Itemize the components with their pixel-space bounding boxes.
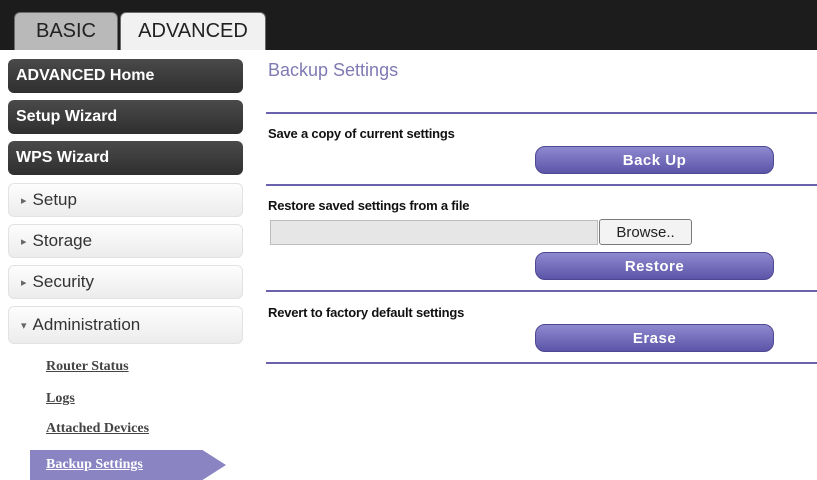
top-bar: BASIC ADVANCED <box>0 0 817 50</box>
revert-settings-label: Revert to factory default settings <box>268 305 465 320</box>
sidebar-item-administration[interactable]: ▾ Administration <box>8 306 243 344</box>
sub-link-attached-devices[interactable]: Attached Devices <box>46 421 149 437</box>
sidebar-item-label: Setup <box>32 190 77 209</box>
file-path-input[interactable] <box>270 220 598 245</box>
sidebar-item-label: Storage <box>32 231 93 250</box>
restore-settings-label: Restore saved settings from a file <box>268 198 470 213</box>
browse-button[interactable]: Browse.. <box>599 219 692 245</box>
sidebar-item-storage[interactable]: ▸ Storage <box>8 224 243 258</box>
divider <box>266 112 817 114</box>
sidebar-item-security[interactable]: ▸ Security <box>8 265 243 299</box>
sidebar-item-label: Security <box>32 272 94 291</box>
main-panel: Backup Settings Save a copy of current s… <box>262 50 817 480</box>
sidebar-item-setup[interactable]: ▸ Setup <box>8 183 243 217</box>
sidebar: ADVANCED Home Setup Wizard WPS Wizard ▸ … <box>0 50 262 480</box>
expand-arrow-icon: ▸ <box>21 194 27 207</box>
sub-link-backup-settings[interactable]: Backup Settings <box>30 450 226 480</box>
sub-link-logs[interactable]: Logs <box>46 391 75 407</box>
back-up-button[interactable]: Back Up <box>535 146 774 174</box>
restore-button[interactable]: Restore <box>535 252 774 280</box>
page-title: Backup Settings <box>268 60 399 80</box>
save-settings-label: Save a copy of current settings <box>268 126 455 141</box>
collapse-arrow-icon: ▾ <box>21 319 27 332</box>
sidebar-item-wps-wizard[interactable]: WPS Wizard <box>8 141 243 175</box>
tab-basic[interactable]: BASIC <box>14 12 118 50</box>
sidebar-item-setup-wizard[interactable]: Setup Wizard <box>8 100 243 134</box>
tab-advanced[interactable]: ADVANCED <box>120 12 266 50</box>
erase-button[interactable]: Erase <box>535 324 774 352</box>
sub-link-router-status[interactable]: Router Status <box>46 359 129 375</box>
expand-arrow-icon: ▸ <box>21 276 27 289</box>
expand-arrow-icon: ▸ <box>21 235 27 248</box>
divider <box>266 290 817 292</box>
sidebar-item-advanced-home[interactable]: ADVANCED Home <box>8 59 243 93</box>
divider <box>266 184 817 186</box>
sidebar-item-label: Administration <box>32 315 141 334</box>
divider <box>266 362 817 364</box>
